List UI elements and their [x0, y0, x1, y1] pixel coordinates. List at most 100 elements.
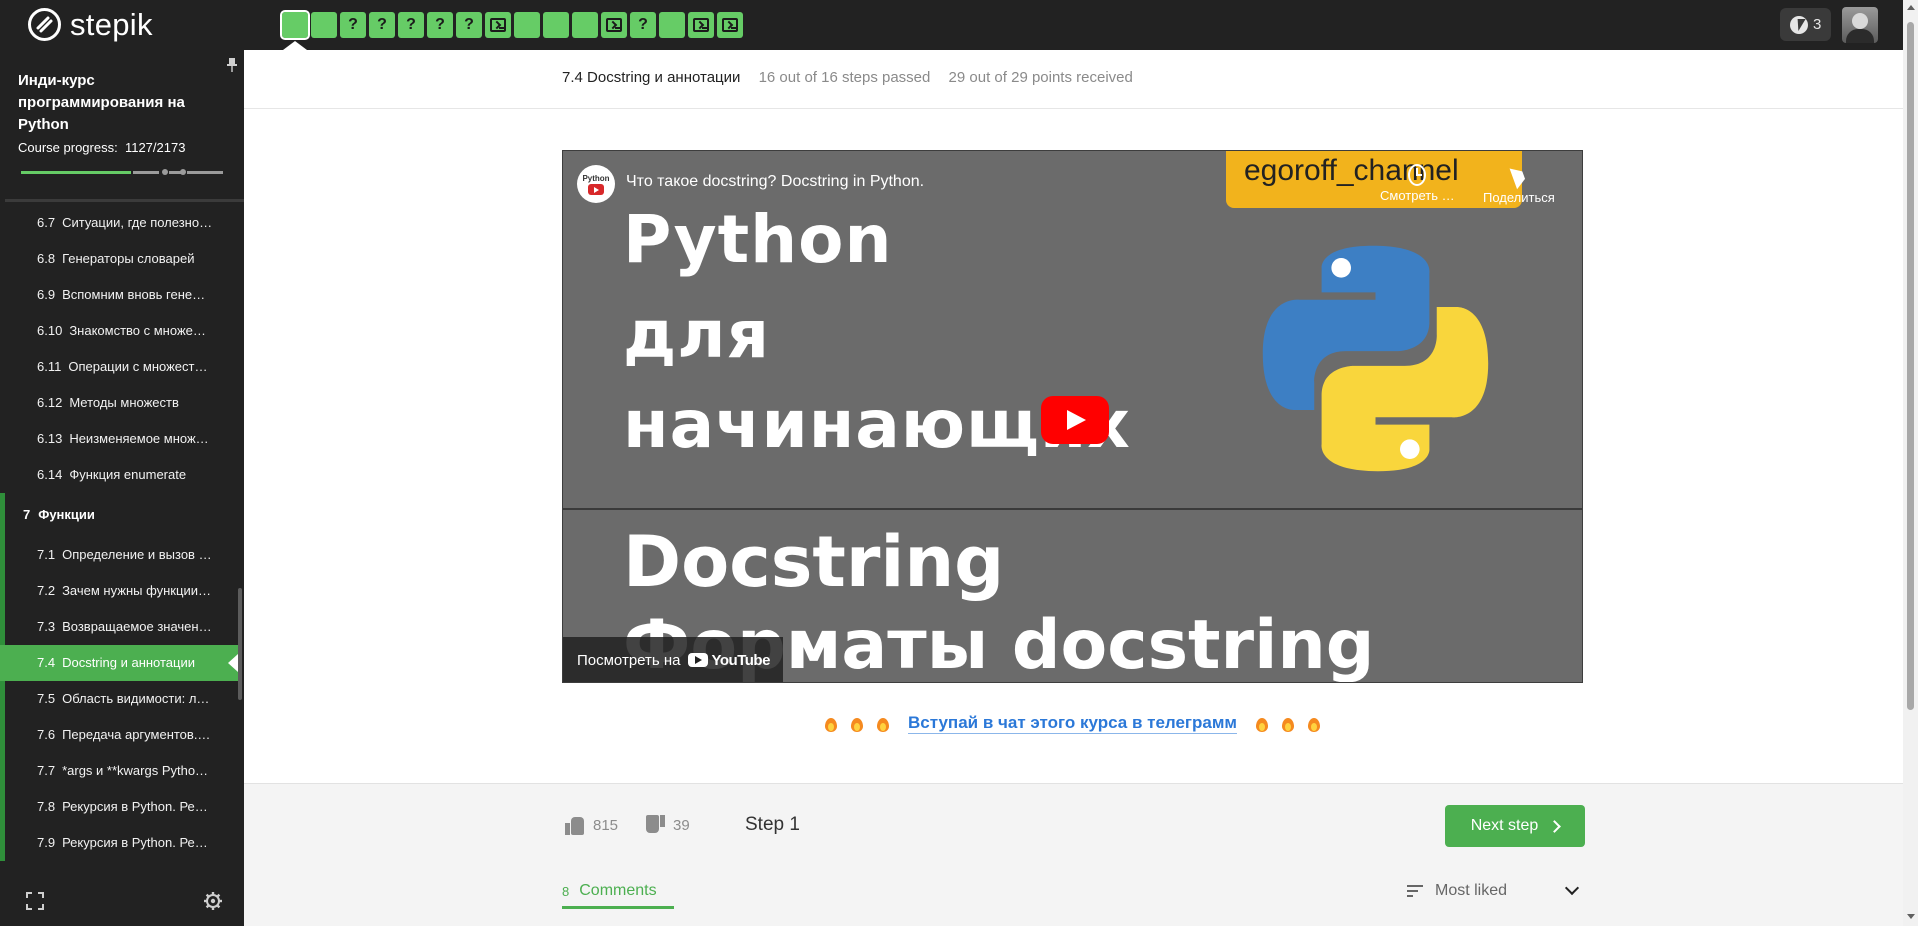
step-11[interactable]: [572, 12, 598, 38]
lesson-item[interactable]: 7.9 Рекурсия в Python. Ре…: [0, 825, 238, 861]
stepik-logo[interactable]: stepik: [28, 8, 153, 41]
step-navigation: ??????: [280, 10, 743, 40]
step-1[interactable]: [280, 10, 310, 40]
step-5[interactable]: ?: [398, 12, 424, 38]
fire-icons-left: [824, 715, 890, 733]
question-mark-icon: ?: [464, 16, 474, 33]
lesson-title: Передача аргументов.…: [62, 727, 211, 742]
video-player[interactable]: Python Что такое docstring? Docstring in…: [562, 150, 1583, 683]
telegram-chat-link[interactable]: Вступай в чат этого курса в телеграмм: [907, 713, 1237, 734]
question-mark-icon: ?: [348, 16, 358, 33]
fire-icon: [824, 715, 838, 733]
lesson-number: 7.5: [37, 691, 56, 706]
gear-icon[interactable]: [203, 891, 223, 911]
active-step-pointer: [283, 41, 307, 50]
lesson-list: 6.7 Ситуации, где полезно… 6.8 Генераторы с…: [0, 205, 238, 861]
lesson-item[interactable]: 7.3 Возвращаемое значен…: [0, 609, 238, 645]
active-lesson-caret: [228, 654, 238, 672]
dislike-count: 39: [673, 816, 690, 834]
lesson-item[interactable]: 6.12 Методы множеств: [0, 385, 238, 421]
course-progress-label: Course progress:: [18, 140, 118, 155]
lesson-number: 6.8: [37, 251, 56, 266]
watch-later-label: Смотреть …: [1380, 188, 1455, 203]
sort-icon: [1407, 885, 1423, 897]
like-button[interactable]: 815: [565, 815, 618, 835]
comments-count: 8: [562, 883, 570, 899]
scroll-down-arrow[interactable]: [1907, 914, 1915, 919]
lesson-title: Возвращаемое значен…: [62, 619, 212, 634]
lesson-number: 6.13: [37, 431, 63, 446]
lesson-number: 7.7: [37, 763, 56, 778]
lesson-item[interactable]: 6.8 Генераторы словарей: [0, 241, 238, 277]
fire-icons-right: [1255, 715, 1321, 733]
lesson-item[interactable]: 7.7 *args и **kwargs Pytho…: [0, 753, 238, 789]
section-header[interactable]: 7 Функции: [0, 493, 238, 537]
step-2[interactable]: [311, 12, 337, 38]
lesson-item[interactable]: 7.5 Область видимости: л…: [0, 681, 238, 717]
lesson-number: 6.7: [37, 215, 56, 230]
dislike-button[interactable]: 39: [645, 815, 690, 835]
fire-icon: [850, 715, 864, 733]
lesson-title: Docstring и аннотации: [62, 655, 196, 670]
lesson-item-active[interactable]: 7.4 Docstring и аннотации: [0, 645, 238, 681]
channel-avatar[interactable]: Python: [577, 165, 615, 203]
question-mark-icon: ?: [377, 16, 387, 33]
sort-label: Most liked: [1435, 882, 1508, 899]
lesson-item[interactable]: 6.11 Операции с множест…: [0, 349, 238, 385]
step-8[interactable]: [485, 12, 511, 38]
share-button[interactable]: Поделиться: [1483, 164, 1555, 205]
lesson-item[interactable]: 6.9 Вспомним вновь гене…: [0, 277, 238, 313]
youtube-play-icon: [688, 653, 709, 667]
comments-sort-select[interactable]: Most liked: [1407, 873, 1585, 909]
page-scrollbar[interactable]: [1903, 0, 1918, 926]
next-step-button[interactable]: Next step: [1445, 805, 1585, 847]
lesson-item[interactable]: 7.2 Зачем нужны функции…: [0, 573, 238, 609]
play-button[interactable]: [1041, 396, 1109, 444]
lesson-item[interactable]: 7.1 Определение и вызов …: [0, 537, 238, 573]
lesson-item[interactable]: 6.7 Ситуации, где полезно…: [0, 205, 238, 241]
step-9[interactable]: [514, 12, 540, 38]
page-scroll-thumb[interactable]: [1907, 22, 1914, 710]
lesson-title: Рекурсия в Python. Ре…: [62, 835, 208, 850]
step-12[interactable]: [601, 12, 627, 38]
section-title: Функции: [38, 507, 95, 522]
tab-comments[interactable]: 8 Comments: [562, 873, 657, 909]
sidebar-footer: [0, 876, 244, 926]
step-15[interactable]: [688, 12, 714, 38]
energy-badge[interactable]: 3: [1780, 8, 1832, 41]
step-7[interactable]: ?: [456, 12, 482, 38]
watch-on-label: Посмотреть на: [577, 651, 681, 669]
sidebar-scroll-thumb[interactable]: [238, 588, 242, 700]
step-10[interactable]: [543, 12, 569, 38]
scroll-up-arrow[interactable]: [1907, 5, 1915, 10]
lesson-item[interactable]: 6.10 Знакомство с множе…: [0, 313, 238, 349]
lesson-item[interactable]: 7.6 Передача аргументов.…: [0, 717, 238, 753]
step-4[interactable]: ?: [369, 12, 395, 38]
step-3[interactable]: ?: [340, 12, 366, 38]
step-14[interactable]: [659, 12, 685, 38]
lesson-title: Генераторы словарей: [62, 251, 195, 266]
lesson-item[interactable]: 7.8 Рекурсия в Python. Ре…: [0, 789, 238, 825]
progress-marker: [180, 169, 186, 175]
pin-icon[interactable]: [227, 58, 237, 72]
step-16[interactable]: [717, 12, 743, 38]
watch-later-button[interactable]: Смотреть …: [1380, 164, 1455, 203]
video-title[interactable]: Что такое docstring? Docstring in Python…: [626, 173, 924, 191]
lesson-number: 6.11: [37, 359, 62, 374]
course-title[interactable]: Инди-курс программирования на Python: [18, 70, 218, 136]
step-13[interactable]: ?: [630, 12, 656, 38]
watch-on-youtube[interactable]: Посмотреть на YouTube: [563, 637, 783, 682]
fullscreen-icon[interactable]: [26, 892, 44, 910]
points-received: 29 out of 29 points received: [948, 69, 1133, 86]
lesson-item[interactable]: 6.14 Функция enumerate: [0, 457, 238, 493]
user-avatar[interactable]: [1842, 7, 1878, 43]
next-step-label: Next step: [1470, 817, 1539, 834]
energy-count: 3: [1813, 16, 1822, 33]
step-6[interactable]: ?: [427, 12, 453, 38]
like-count: 815: [593, 816, 619, 834]
lesson-item[interactable]: 6.13 Неизменяемое множ…: [0, 421, 238, 457]
channel-avatar-text: Python: [582, 173, 610, 183]
tab-underline: [562, 906, 674, 909]
youtube-wordmark: YouTube: [711, 651, 770, 669]
lesson-title: Область видимости: л…: [62, 691, 210, 706]
